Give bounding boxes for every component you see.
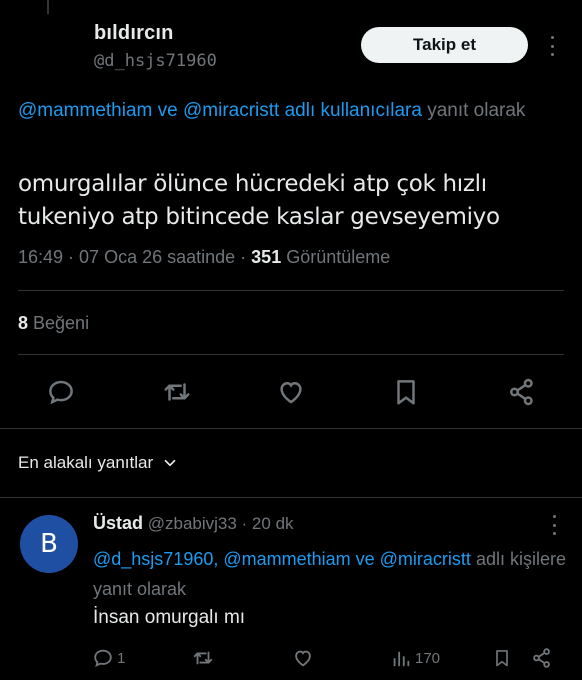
- bookmark-icon[interactable]: [391, 377, 421, 407]
- views-label: Görüntüleme: [281, 247, 391, 267]
- like-heart-icon[interactable]: [276, 377, 306, 407]
- retweet-icon[interactable]: [162, 377, 192, 407]
- reply-reply-button[interactable]: 1: [92, 647, 125, 669]
- reply-text: İnsan omurgalı mı: [93, 607, 246, 628]
- reply-context-suffix: yanıt olarak: [421, 100, 526, 121]
- reply-icon: [94, 649, 112, 667]
- reply-count: 1: [117, 649, 126, 667]
- divider: [0, 497, 582, 498]
- replies-sort-dropdown[interactable]: En alakalı yanıtlar: [18, 453, 179, 473]
- reply-context: @mammethiam ve @miracristt adlı kullanıc…: [18, 97, 558, 124]
- tweet-time[interactable]: 16:49: [18, 247, 63, 267]
- meta-separator: ·: [63, 247, 80, 267]
- tweet-text: omurgalılar ölünce hücredeki atp çok hız…: [18, 171, 500, 230]
- retweet-icon: [193, 651, 213, 665]
- reply-handle-time[interactable]: @zbabivj33 · 20 dk: [143, 514, 294, 533]
- replies-sort-label: En alakalı yanıtlar: [18, 453, 154, 472]
- share-icon: [533, 648, 550, 668]
- tweet-meta: 16:49 · 07 Oca 26 saatinde · 351 Görüntü…: [18, 247, 390, 268]
- reply-header: Üstad @zbabivj33 · 20 dk: [93, 513, 294, 534]
- reply-mentions[interactable]: @d_hsjs71960, @mammethiam ve @miracristt: [93, 549, 471, 569]
- mention-joiner: ve: [152, 100, 183, 121]
- meta-separator: ·: [235, 247, 252, 267]
- section-divider: [0, 428, 582, 429]
- reply-more-options-icon[interactable]: [549, 515, 559, 535]
- reply-icon[interactable]: [46, 377, 76, 407]
- likes-label: Beğeni: [28, 313, 90, 333]
- reply-views-button[interactable]: 170: [390, 647, 440, 669]
- share-icon[interactable]: [507, 377, 537, 407]
- views-count: 351: [251, 247, 282, 267]
- reply-retweet-button[interactable]: [192, 647, 214, 669]
- bookmark-icon: [496, 650, 508, 667]
- likes-count: 8: [18, 313, 29, 333]
- thread-connector-line: [47, 0, 49, 14]
- like-heart-icon: [295, 650, 311, 667]
- mention-link[interactable]: @mammethiam: [18, 100, 152, 121]
- reply-views-count: 170: [415, 649, 441, 667]
- reply-bookmark-button[interactable]: [492, 647, 512, 669]
- divider: [18, 354, 564, 355]
- views-bar-chart-icon: [393, 651, 410, 667]
- follow-button[interactable]: Takip et: [361, 27, 528, 63]
- reply-avatar[interactable]: B: [20, 515, 78, 573]
- mention-link[interactable]: @miracristt adlı kullanıcılara: [183, 100, 422, 121]
- author-handle[interactable]: @d_hsjs71960: [94, 51, 217, 71]
- likes-row[interactable]: 8 Beğeni: [18, 313, 89, 334]
- reply-like-button[interactable]: [292, 647, 314, 669]
- reply-context: @d_hsjs71960, @mammethiam ve @miracristt…: [93, 544, 568, 604]
- tweet-date[interactable]: 07 Oca 26 saatinde: [79, 247, 235, 267]
- reply-share-button[interactable]: [531, 647, 553, 669]
- reply-display-name[interactable]: Üstad: [93, 513, 143, 533]
- author-display-name[interactable]: bıldırcın: [94, 22, 217, 45]
- chevron-down-icon: [164, 459, 176, 467]
- divider: [18, 290, 564, 291]
- tweet-author[interactable]: bıldırcın @d_hsjs71960: [94, 22, 217, 71]
- more-options-icon[interactable]: [546, 36, 558, 56]
